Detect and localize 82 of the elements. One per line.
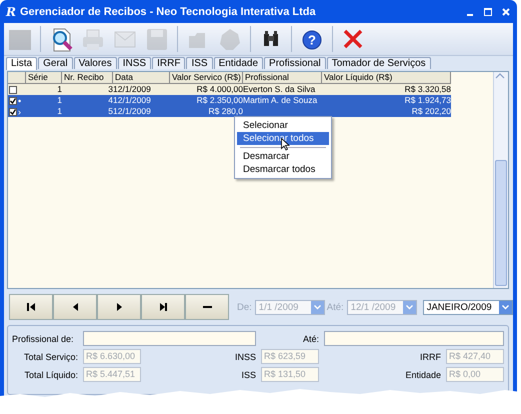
tab[interactable]: Profissional [264,57,326,69]
maximize-icon[interactable] [484,8,492,16]
help-glyph: ? [308,32,316,48]
readonly-field: R$ 131,50 [261,367,319,382]
table-cell: R$ 1.924,73 [322,95,451,106]
readonly-field: R$ 5.447,51 [83,367,141,382]
table-cell: 5 [62,106,113,117]
chevron-down-icon [314,304,321,310]
tab[interactable]: Geral [38,57,73,69]
app-logo: R [6,4,16,18]
table-cell: 12/1/2009 [113,106,170,117]
row-selector[interactable]: • [8,95,26,106]
close-icon[interactable] [502,8,510,16]
tab[interactable]: INSS [118,57,152,69]
table-cell: 12/1/2009 [113,84,170,95]
chevron-down-icon [502,304,509,310]
scrollbar[interactable] [493,72,508,288]
table-cell: 1 [26,95,62,106]
from-label: De: [237,302,252,312]
last-record-icon [158,303,168,311]
minus-icon [202,303,212,311]
column-header [8,72,26,84]
column-header[interactable]: Série [26,72,62,84]
readonly-field: R$ 623,59 [261,349,319,364]
checkbox[interactable] [9,96,17,104]
readonly-field: R$ 427,40 [446,349,504,364]
column-header[interactable]: Valor Servico (R$) [170,72,243,84]
readonly-field: R$ 6.630,00 [83,349,141,364]
menu-item[interactable]: Selecionar [237,119,329,132]
column-header[interactable]: Valor Líquido (R$) [322,72,451,84]
tab[interactable]: Lista [6,57,38,70]
table-cell: R$ 280,0 [170,106,243,117]
table-cell: R$ 4.000,00 [170,84,243,95]
table-cell: Everton S. da Silva [243,84,322,95]
table-cell: 3 [62,84,113,95]
field-label: Entidade [404,370,441,380]
row-indicator: • [18,96,22,104]
row-indicator: › [18,108,21,116]
tab[interactable]: Tomador de Serviços [326,57,431,69]
first-record-button[interactable] [9,294,53,320]
chevron-down-icon [406,304,413,310]
table-cell: 1 [26,84,62,95]
field-label: ISS [240,370,256,380]
field-label: INSS [234,352,256,362]
last-record-button[interactable] [141,294,185,320]
column-header[interactable]: Nr. Recibo [62,72,113,84]
table-cell: R$ 3.320,58 [322,84,451,95]
first-record-icon [26,303,36,311]
tab[interactable]: Valores [74,57,117,69]
table-cell: R$ 202,20 [322,106,451,117]
table-cell: 4 [62,95,113,106]
checkbox[interactable] [9,108,17,116]
menu-item[interactable]: Desmarcar todos [237,163,329,176]
menu-item[interactable]: Desmarcar [237,150,329,163]
field-label: Total Líquido: [23,370,78,380]
checkbox[interactable] [9,86,17,94]
table-cell: Martim A. de Souza [243,95,322,106]
table-cell: 12/1/2009 [113,95,170,106]
window-title: Gerenciador de Recibos - Neo Tecnologia Interativa Ltda [20,6,317,18]
tab[interactable]: ISS [186,57,213,69]
tab[interactable]: IRRF [152,57,186,69]
field-label: Total Serviço: [22,352,78,362]
previous-icon [70,303,80,311]
table-cell: 1 [26,106,62,117]
readonly-field: R$ 0,00 [446,367,504,382]
help-button[interactable]: ? [298,25,326,53]
to-label: Até: [326,302,344,312]
row-selector[interactable] [8,84,26,95]
scrollbar-thumb[interactable] [495,160,507,286]
tab[interactable]: Entidade [214,57,264,69]
scroll-up-icon[interactable] [494,72,506,80]
column-header[interactable]: Profissional [243,72,322,84]
input-field[interactable] [83,331,256,346]
field-label: IRRF [419,352,441,362]
column-header[interactable]: Data [113,72,170,84]
input-field[interactable] [324,331,504,346]
month-dropdown[interactable]: JANEIRO/2009 [422,300,513,314]
field-label: Profissional de: [12,334,75,344]
field-label: Até: [302,334,319,344]
next-icon [114,303,124,311]
row-selector[interactable]: › [8,106,26,117]
table-cell: R$ 2.350,00 [170,95,243,106]
